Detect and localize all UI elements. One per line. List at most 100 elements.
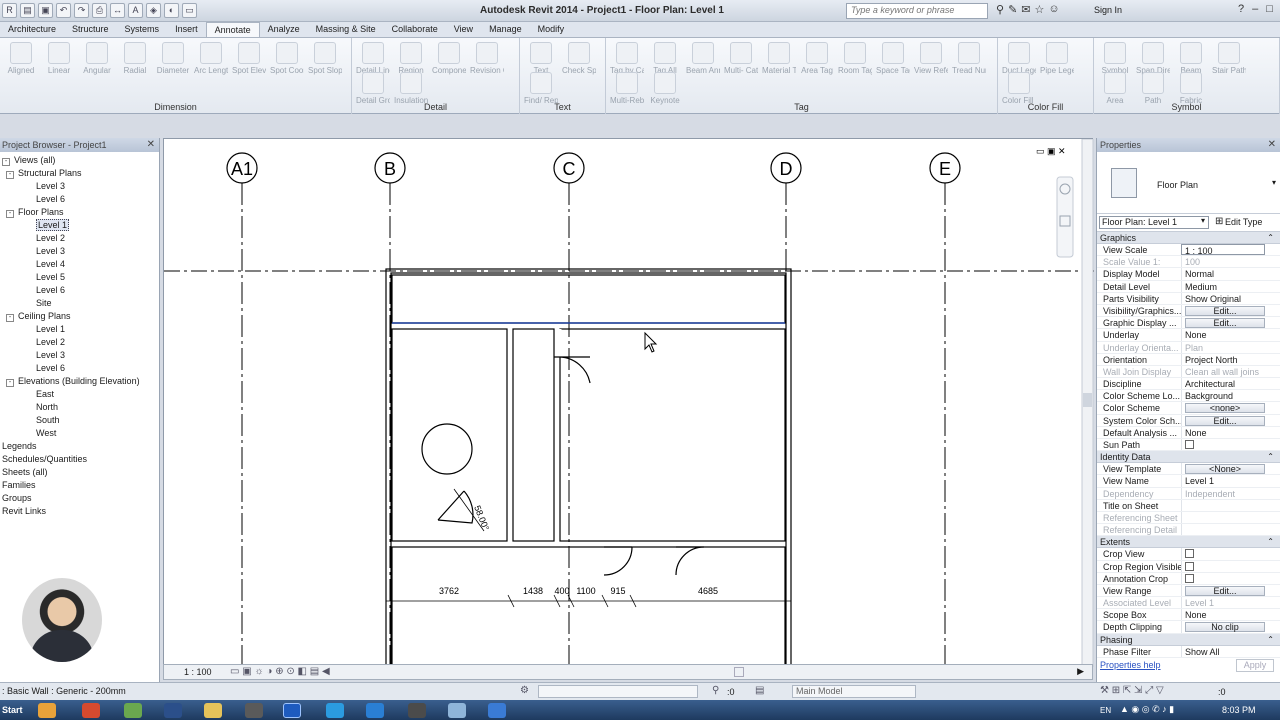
collapse-icon[interactable]: ⌃ [1267, 536, 1274, 548]
tab-annotate[interactable]: Annotate [205, 22, 260, 37]
tray-icons[interactable]: ▲ ◉ ◎ ✆ ♪ ▮ [1120, 704, 1174, 715]
tool-tag-all[interactable]: Tag All [648, 42, 682, 75]
prop-value[interactable] [1181, 572, 1265, 584]
checkbox[interactable] [1185, 549, 1194, 559]
worksets-icon[interactable]: ⚙ [520, 685, 529, 696]
tool-diameter[interactable]: Diameter [156, 42, 190, 75]
section-icon[interactable]: ◐ [164, 3, 179, 18]
sign-in-button[interactable]: Sign In [1094, 5, 1122, 15]
dimension-label[interactable]: 400 [554, 586, 569, 596]
prop-edit-button[interactable]: <none> [1185, 403, 1265, 414]
browser-item-level-2[interactable]: Level 2 [36, 232, 65, 244]
prop-edit-button[interactable]: Edit... [1185, 415, 1265, 426]
tool-material-tag[interactable]: Material Tag [762, 42, 796, 75]
chrome-icon[interactable] [82, 703, 100, 718]
explorer-icon[interactable] [38, 703, 56, 718]
prop-section-extents[interactable]: Extents ⌃ [1097, 536, 1280, 549]
tool-duct-legend[interactable]: Duct Legend [1002, 42, 1036, 75]
tool-aligned[interactable]: Aligned [4, 42, 38, 75]
tab-structure[interactable]: Structure [64, 22, 117, 37]
tool-text[interactable]: Text [524, 42, 558, 75]
prop-value[interactable] [1181, 560, 1265, 572]
browser-item-level-4[interactable]: Level 4 [36, 258, 65, 270]
browser-item-families[interactable]: Families [2, 479, 36, 491]
app-icon-4[interactable] [448, 703, 466, 718]
collapse-icon[interactable]: - [6, 379, 14, 387]
browser-item-level-3[interactable]: Level 3 [36, 245, 65, 257]
tool-area-tag[interactable]: Area Tag [800, 42, 834, 75]
checkbox[interactable] [1185, 561, 1194, 571]
tool-component[interactable]: Component [432, 42, 466, 75]
tool-spot-coordinate[interactable]: Spot Coordinate [270, 42, 304, 75]
prop-value[interactable] [1181, 548, 1265, 560]
prop-edit-button[interactable]: No clip [1185, 622, 1265, 633]
collapse-icon[interactable]: ⌃ [1267, 451, 1274, 463]
edit-type-button[interactable]: Edit Type [1225, 217, 1262, 227]
browser-item-level-2[interactable]: Level 2 [36, 336, 65, 348]
tool-view-reference[interactable]: View Reference [914, 42, 948, 75]
view-control-icons[interactable]: ▭ ▣ ☼ ◑ ⊕ ⊙ ◧ ▤ ◀ [230, 666, 330, 677]
browser-item-north[interactable]: North [36, 401, 58, 413]
browser-item-floor-plans[interactable]: - Floor Plans [6, 206, 64, 218]
close-icon[interactable]: ✕ [147, 138, 155, 152]
checkbox[interactable] [1185, 573, 1194, 583]
tool-spot-slope[interactable]: Spot Slope [308, 42, 342, 75]
prop-value[interactable]: Background [1181, 390, 1265, 402]
minimize-icon[interactable]: – [1252, 3, 1258, 16]
type-selector[interactable]: Floor Plan ▾ [1097, 152, 1280, 214]
browser-item-level-6[interactable]: Level 6 [36, 284, 65, 296]
view-scale-button[interactable]: 1 : 100 [184, 667, 212, 677]
binoculars-icon[interactable]: ⚲ [996, 3, 1004, 16]
prop-value[interactable]: None [1181, 329, 1265, 341]
browser-item-level-1[interactable]: Level 1 [36, 219, 70, 231]
browser-item-west[interactable]: West [36, 427, 56, 439]
close-icon[interactable]: ✕ [1268, 138, 1276, 152]
tool-linear[interactable]: Linear [42, 42, 76, 75]
tool-tag-by-category[interactable]: Tag by Category [610, 42, 644, 75]
tool-revision-cloud[interactable]: Revision Cloud [470, 42, 504, 75]
prop-value[interactable]: Normal [1181, 268, 1265, 280]
prop-value[interactable]: Edit... [1181, 414, 1265, 426]
prop-edit-button[interactable]: Edit... [1185, 585, 1265, 596]
tool-multi-rebar[interactable]: Multi-Rebar [610, 72, 644, 105]
collapse-icon[interactable]: - [6, 314, 14, 322]
tool-insulation[interactable]: Insulation [394, 72, 428, 105]
skype-icon[interactable] [326, 703, 344, 718]
editing-requests-icon[interactable]: ⚲ [712, 685, 719, 696]
tool-check-spelling[interactable]: Check Spelling [562, 42, 596, 75]
tool-arc-length[interactable]: Arc Length [194, 42, 228, 75]
tab-systems[interactable]: Systems [117, 22, 168, 37]
tab-analyze[interactable]: Analyze [260, 22, 308, 37]
browser-item-site[interactable]: Site [36, 297, 52, 309]
save-icon[interactable]: ▣ [38, 3, 53, 18]
tool-fabric[interactable]: Fabric [1174, 72, 1208, 105]
app-icon-3[interactable] [408, 703, 426, 718]
browser-item-level-1[interactable]: Level 1 [36, 323, 65, 335]
dropbox-icon[interactable] [488, 703, 506, 718]
collapse-icon[interactable]: ⌃ [1267, 232, 1274, 244]
prop-value[interactable]: <none> [1181, 402, 1265, 414]
prop-section-identity-data[interactable]: Identity Data ⌃ [1097, 451, 1280, 464]
panel-title[interactable]: Dimension [0, 102, 351, 112]
dimension-label[interactable]: 915 [610, 586, 625, 596]
selection-filter-icons[interactable]: ⚒ ⊞ ⇱ ⇲ ⤢ ▽ [1100, 685, 1164, 696]
tab-view[interactable]: View [446, 22, 481, 37]
dimension-label[interactable]: 1100 [576, 586, 595, 596]
tool-tread-number[interactable]: Tread Number [952, 42, 986, 75]
tool-keynote[interactable]: Keynote [648, 72, 682, 105]
prop-value[interactable]: Level 1 [1181, 475, 1265, 487]
active-workset-select[interactable] [538, 685, 698, 698]
prop-value[interactable]: No clip [1181, 621, 1265, 633]
prop-value[interactable]: Medium [1181, 280, 1265, 292]
browser-item-sheets-all-[interactable]: Sheets (all) [2, 466, 48, 478]
apply-button[interactable]: Apply [1236, 659, 1274, 672]
text-icon[interactable]: A [128, 3, 143, 18]
scroll-right-arrow-icon[interactable]: ▶ [1077, 666, 1084, 677]
print-icon[interactable]: ⎙ [92, 3, 107, 18]
tool-span-direction[interactable]: Span Direction [1136, 42, 1170, 75]
tool-area[interactable]: Area [1098, 72, 1132, 105]
browser-item-schedules-quantities[interactable]: Schedules/Quantities [2, 453, 87, 465]
tool-path[interactable]: Path [1136, 72, 1170, 105]
tool-symbol[interactable]: Symbol [1098, 42, 1132, 75]
tool-find-replace[interactable]: Find/ Replace [524, 72, 558, 105]
